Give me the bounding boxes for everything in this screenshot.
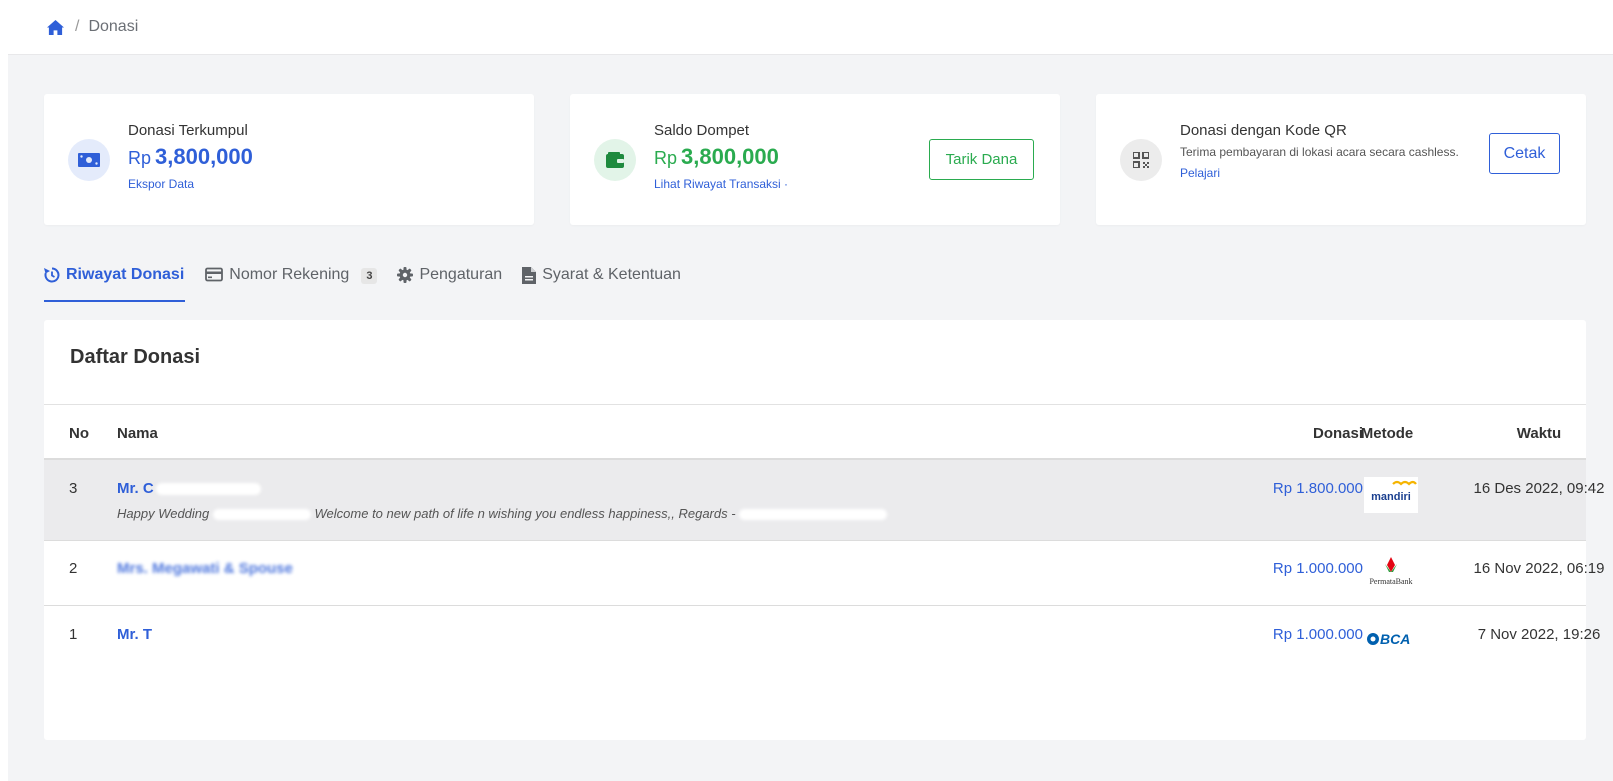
- bca-logo: BCA: [1364, 620, 1418, 656]
- wallet-amount: Rp 3,800,000: [654, 144, 779, 169]
- donation-amount: Rp 1.000.000: [1272, 560, 1363, 577]
- history-icon: [44, 267, 60, 283]
- wallet-balance-card: Saldo Dompet Rp 3,800,000 Lihat Riwayat T…: [570, 94, 1060, 225]
- header-no: No: [69, 425, 89, 442]
- tab-label: Nomor Rekening: [229, 266, 350, 283]
- home-icon[interactable]: [46, 19, 65, 36]
- left-edge: [0, 0, 8, 781]
- header-donasi: Donasi: [1312, 425, 1363, 442]
- donation-amount: Rp 1.800.000: [1272, 480, 1363, 497]
- breadcrumb-separator: /: [75, 18, 80, 35]
- tab-nomor-rekening[interactable]: Nomor Rekening 3: [205, 258, 378, 302]
- header-waktu: Waktu: [1516, 425, 1562, 442]
- donor-cell: Mr. C Happy Wedding Welcome to new path …: [117, 480, 888, 521]
- redacted-text: [155, 483, 261, 496]
- tab-pengaturan[interactable]: Pengaturan: [397, 258, 502, 302]
- transaction-history-link[interactable]: Lihat Riwayat Transaksi ·: [654, 177, 788, 191]
- table-header: No Nama Donasi Metode Waktu: [44, 404, 1586, 460]
- breadcrumb-current: Donasi: [88, 18, 139, 35]
- header-metode: Metode: [1360, 425, 1414, 442]
- permatabank-logo: PermataBank: [1364, 555, 1418, 591]
- redacted-text: [739, 509, 888, 521]
- svg-text:mandiri: mandiri: [1371, 491, 1411, 503]
- redacted-text: [212, 509, 311, 521]
- donor-name[interactable]: Mr. T: [117, 626, 152, 643]
- redacted-text: [154, 629, 235, 642]
- qr-description: Terima pembayaran di lokasi acara secara…: [1180, 145, 1459, 159]
- card-label: Donasi Terkumpul: [128, 122, 248, 139]
- header-nama: Nama: [117, 425, 158, 442]
- qr-donation-card: Donasi dengan Kode QR Terima pembayaran …: [1096, 94, 1586, 225]
- document-icon: [522, 267, 537, 284]
- table-row[interactable]: 2 Mrs. Megawati & Spouse Rp 1.000.000 Pe…: [44, 541, 1604, 606]
- tab-syarat-ketentuan[interactable]: Syarat & Ketentuan: [522, 258, 681, 302]
- row-number: 2: [69, 560, 78, 577]
- panel-title: Daftar Donasi: [70, 346, 201, 368]
- qr-code-icon: [1120, 139, 1162, 181]
- card-label: Donasi dengan Kode QR: [1180, 122, 1347, 139]
- export-data-link[interactable]: Ekspor Data: [128, 177, 253, 191]
- donor-name[interactable]: Mrs. Megawati & Spouse: [117, 560, 293, 577]
- donation-amount: Rp 1.000.000: [1272, 626, 1363, 643]
- print-button[interactable]: Cetak: [1489, 133, 1560, 174]
- account-count-badge: 3: [361, 268, 378, 284]
- wallet-icon: [594, 139, 636, 181]
- withdraw-button[interactable]: Tarik Dana: [929, 139, 1034, 180]
- donation-time: 16 Des 2022, 09:42: [1473, 480, 1605, 497]
- donation-time: 16 Nov 2022, 06:19: [1473, 560, 1605, 577]
- mandiri-logo: mandiri: [1364, 477, 1418, 513]
- svg-text:BCA: BCA: [1380, 631, 1410, 647]
- learn-link[interactable]: Pelajari: [1180, 166, 1459, 180]
- donation-collected-card: Donasi Terkumpul Rp 3,800,000 Ekspor Data: [44, 94, 534, 225]
- tab-label: Syarat & Ketentuan: [542, 266, 681, 283]
- row-number: 3: [69, 480, 78, 497]
- donor-cell: Mrs. Megawati & Spouse: [117, 560, 293, 577]
- credit-card-icon: [205, 267, 224, 282]
- tab-label: Pengaturan: [419, 266, 503, 283]
- row-number: 1: [69, 626, 78, 643]
- svg-text:PermataBank: PermataBank: [1369, 577, 1412, 586]
- gear-icon: [397, 267, 414, 283]
- tab-riwayat-donasi[interactable]: Riwayat Donasi: [44, 258, 186, 302]
- table-row[interactable]: 3 Mr. C Happy Wedding Welcome to new pat…: [44, 460, 1604, 541]
- donation-list-panel: Daftar Donasi No Nama Donasi Metode Wakt…: [44, 320, 1604, 740]
- tab-bar: Riwayat Donasi Nomor Rekening 3 Pengatur…: [44, 258, 701, 302]
- tab-label: Riwayat Donasi: [66, 266, 185, 283]
- money-icon: [68, 139, 110, 181]
- donation-message: Happy Wedding Welcome to new path of lif…: [117, 506, 888, 521]
- donor-cell: Mr. T: [117, 626, 235, 643]
- donation-time: 7 Nov 2022, 19:26: [1477, 626, 1601, 643]
- breadcrumb: / Donasi: [8, 0, 1613, 55]
- collected-amount: Rp 3,800,000: [128, 144, 253, 169]
- card-label: Saldo Dompet: [654, 122, 750, 139]
- table-row[interactable]: 1 Mr. T Rp 1.000.000 BCA 7 Nov 2022, 19:…: [44, 606, 1600, 671]
- donor-name[interactable]: Mr. C: [117, 480, 154, 497]
